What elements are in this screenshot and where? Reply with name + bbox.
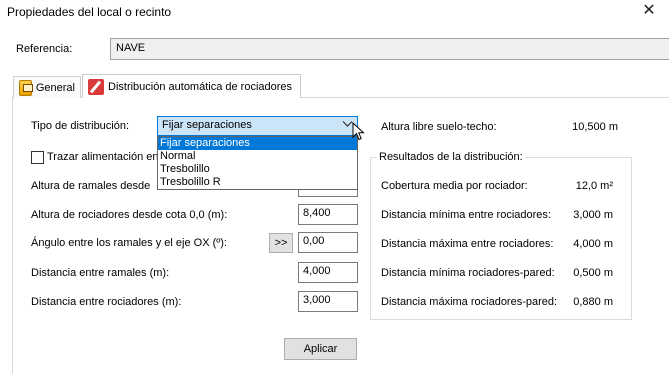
result-label-max-sprinkler: Distancia máxima entre rociadores: [381, 238, 554, 250]
result-value-min-sprinkler: 3,000 m [573, 209, 613, 221]
dropdown-option-fijar-separaciones[interactable]: Fijar separaciones [158, 137, 357, 150]
reference-field[interactable]: NAVE [110, 38, 669, 60]
branch-distance-label: Distancia entre ramales (m): [31, 267, 170, 279]
sprinkler-distance-label: Distancia entre rociadores (m): [31, 296, 182, 308]
result-label-max-wall: Distancia máxima rociadores-pared: [381, 296, 558, 308]
window-title: Propiedades del local o recinto [7, 5, 172, 19]
apply-button[interactable]: Aplicar [284, 338, 357, 360]
reference-label: Referencia: [16, 43, 73, 55]
dropdown-option-tresbolillo-r[interactable]: Tresbolillo R [158, 176, 357, 189]
tab-distribution-label: Distribución automática de rociadores [108, 80, 293, 93]
result-value-min-wall: 0,500 m [573, 267, 613, 279]
dropdown-option-tresbolillo[interactable]: Tresbolillo [158, 163, 357, 176]
angle-input[interactable]: 0,00 [298, 232, 358, 253]
tab-general[interactable]: General [13, 76, 81, 98]
branch-distance-input[interactable]: 4,000 [298, 262, 358, 283]
general-icon [19, 79, 33, 96]
angle-label: Ángulo entre los ramales y el eje OX (º)… [31, 237, 227, 249]
distribution-type-select[interactable]: Fijar separaciones [157, 116, 358, 136]
mouse-cursor-icon [352, 121, 368, 142]
result-label-min-sprinkler: Distancia mínima entre rociadores: [381, 209, 551, 221]
tab-general-label: General [35, 81, 75, 94]
ceiling-height-value: 10,500 m [572, 121, 618, 133]
result-value-max-wall: 0,880 m [573, 296, 613, 308]
result-value-max-sprinkler: 4,000 m [573, 238, 613, 250]
ceiling-height-label: Altura libre suelo-techo: [381, 121, 497, 133]
close-icon[interactable]: ✕ [634, 0, 664, 22]
sprinkler-height-label: Altura de rociadores desde cota 0,0 (m): [31, 209, 228, 221]
result-value-coverage: 12,0 m² [575, 180, 613, 192]
distribution-type-dropdown: Fijar separaciones Normal Tresbolillo Tr… [157, 136, 358, 190]
branch-height-label: Altura de ramales desde [31, 180, 151, 192]
feed-checkbox-label: Trazar alimentación en [47, 151, 159, 163]
result-label-coverage: Cobertura media por rociador: [381, 180, 528, 192]
distribution-type-value: Fijar separaciones [162, 119, 252, 131]
angle-pick-button[interactable]: >> [269, 233, 293, 253]
feed-checkbox[interactable] [31, 151, 44, 164]
dropdown-option-normal[interactable]: Normal [158, 150, 357, 163]
results-title: Resultados de la distribución: [377, 151, 525, 163]
tab-sprinkler-distribution[interactable]: Distribución automática de rociadores [82, 74, 301, 98]
distribution-type-label: Tipo de distribución: [31, 120, 130, 132]
result-label-min-wall: Distancia mínima rociadores-pared: [381, 267, 555, 279]
sprinkler-distance-input[interactable]: 3,000 [298, 291, 358, 312]
sprinkler-edit-icon [88, 78, 104, 95]
sprinkler-height-input[interactable]: 8,400 [298, 204, 358, 225]
